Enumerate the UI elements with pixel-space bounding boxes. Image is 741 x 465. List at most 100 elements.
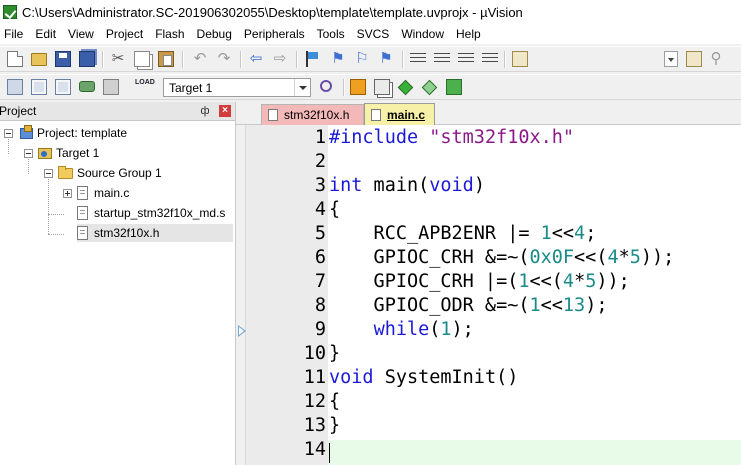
navigate-forward-icon[interactable]: ⇨ bbox=[272, 51, 288, 67]
code-token: { bbox=[329, 199, 341, 220]
collapse-icon[interactable] bbox=[4, 128, 13, 138]
menu-view[interactable]: View bbox=[62, 27, 100, 41]
open-folder-icon[interactable] bbox=[31, 53, 47, 66]
code-text[interactable]: } bbox=[329, 342, 340, 366]
save-icon[interactable] bbox=[55, 51, 71, 67]
chevron-down-icon[interactable] bbox=[294, 79, 310, 96]
code-token: << bbox=[551, 223, 575, 244]
collapse-icon[interactable] bbox=[44, 168, 53, 178]
tree-file-startup[interactable]: startup_stm32f10x_md.s bbox=[77, 204, 225, 222]
indent-icon[interactable] bbox=[410, 53, 426, 65]
menu-file[interactable]: File bbox=[0, 27, 29, 41]
line-number: 7 bbox=[314, 271, 326, 292]
translate-icon[interactable] bbox=[7, 79, 23, 95]
clear-bookmarks-icon[interactable]: ⚑ bbox=[378, 51, 394, 67]
bookmark-icon[interactable] bbox=[306, 51, 322, 67]
code-text[interactable]: int main(void) bbox=[329, 174, 485, 198]
folder-icon bbox=[58, 165, 73, 179]
menu-window[interactable]: Window bbox=[395, 27, 450, 41]
menu-peripherals[interactable]: Peripherals bbox=[238, 27, 311, 41]
code-text[interactable]: { bbox=[329, 198, 340, 222]
manage-project-items-icon[interactable] bbox=[350, 79, 366, 95]
find-in-files-icon[interactable] bbox=[512, 51, 528, 67]
new-file-icon[interactable] bbox=[7, 51, 23, 67]
code-token: ); bbox=[585, 295, 608, 316]
code-text[interactable]: while(1); bbox=[329, 318, 474, 342]
menu-tools[interactable]: Tools bbox=[311, 27, 351, 41]
code-token: <<( bbox=[529, 271, 563, 292]
expand-icon[interactable] bbox=[63, 188, 72, 198]
tree-file-header[interactable]: stm32f10x.h bbox=[77, 224, 233, 242]
tab-stm32f10x-h[interactable]: stm32f10x.h bbox=[261, 104, 364, 125]
file-toolbar: ✂ ↶ ↷ ⇦ ⇨ ⚑ ⚐ ⚑ ⚲ bbox=[0, 46, 741, 72]
close-icon[interactable]: × bbox=[219, 105, 231, 117]
target-options-icon[interactable] bbox=[320, 80, 332, 92]
manage-run-time-env-icon[interactable] bbox=[397, 79, 414, 96]
tree-file-label: startup_stm32f10x_md.s bbox=[94, 206, 226, 220]
code-text[interactable]: #include "stm32f10x.h" bbox=[329, 126, 574, 150]
uvision-app-icon bbox=[3, 5, 17, 19]
paste-icon[interactable] bbox=[158, 51, 174, 67]
menu-project[interactable]: Project bbox=[100, 27, 149, 41]
code-text[interactable]: GPIOC_ODR &=~(1<<13); bbox=[329, 294, 608, 318]
code-line: 8 GPIOC_ODR &=~(1<<13); bbox=[236, 294, 741, 318]
code-text[interactable]: } bbox=[329, 414, 340, 438]
find-dropdown-icon[interactable] bbox=[664, 51, 678, 67]
save-all-icon[interactable] bbox=[79, 51, 95, 67]
tree-file-main[interactable]: main.c bbox=[63, 184, 129, 202]
unindent-icon[interactable] bbox=[434, 53, 450, 65]
tree-project-node[interactable]: Project: template bbox=[4, 124, 127, 142]
editor-tabs: stm32f10x.h main.c bbox=[236, 102, 741, 125]
redo-icon[interactable]: ↷ bbox=[216, 51, 232, 67]
batch-build-icon[interactable] bbox=[79, 81, 95, 92]
undo-icon[interactable]: ↶ bbox=[192, 51, 208, 67]
tree-group-node[interactable]: Source Group 1 bbox=[44, 164, 162, 182]
code-text[interactable]: void SystemInit() bbox=[329, 366, 518, 390]
rebuild-icon[interactable] bbox=[55, 79, 71, 95]
load-download-icon[interactable]: LOAD bbox=[135, 79, 155, 95]
stop-build-icon[interactable] bbox=[103, 79, 119, 95]
pack-installer-icon[interactable] bbox=[446, 79, 462, 95]
menu-edit[interactable]: Edit bbox=[29, 27, 62, 41]
navigate-back-icon[interactable]: ⇦ bbox=[248, 51, 264, 67]
project-panel: Project ф × Project: template Target 1 S… bbox=[0, 102, 236, 465]
code-token: * bbox=[574, 271, 586, 292]
code-line: 1 #include "stm32f10x.h" bbox=[236, 126, 741, 150]
code-text[interactable]: RCC_APB2ENR |= 1<<4; bbox=[329, 222, 597, 246]
prev-bookmark-icon[interactable]: ⚑ bbox=[330, 51, 346, 67]
tree-target-node[interactable]: Target 1 bbox=[24, 144, 99, 162]
collapse-icon[interactable] bbox=[24, 148, 33, 158]
incremental-find-icon[interactable]: ⚲ bbox=[708, 51, 724, 67]
code-line: 10} bbox=[236, 342, 741, 366]
line-number: 1 bbox=[314, 127, 326, 148]
cut-icon[interactable]: ✂ bbox=[110, 51, 126, 67]
menu-svcs[interactable]: SVCS bbox=[351, 27, 396, 41]
find-icon[interactable] bbox=[686, 51, 702, 67]
code-token: << bbox=[540, 295, 563, 316]
code-token: <<( bbox=[574, 247, 608, 268]
tab-main-c[interactable]: main.c bbox=[364, 103, 435, 125]
manage-multi-project-icon[interactable] bbox=[374, 79, 390, 95]
line-number: 4 bbox=[314, 199, 326, 220]
code-text[interactable]: GPIOC_CRH &=~(0x0F<<(4*5)); bbox=[329, 246, 675, 270]
code-token: 1 bbox=[518, 271, 530, 292]
code-token: while bbox=[373, 319, 430, 340]
target-select[interactable]: Target 1 bbox=[163, 78, 311, 97]
menu-help[interactable]: Help bbox=[450, 27, 487, 41]
asm-file-icon bbox=[77, 206, 88, 220]
tree-group-label: Source Group 1 bbox=[77, 166, 162, 180]
copy-icon[interactable] bbox=[134, 51, 150, 67]
code-text[interactable]: GPIOC_CRH |=(1<<(4*5)); bbox=[329, 270, 630, 294]
next-bookmark-icon[interactable]: ⚐ bbox=[354, 51, 370, 67]
menu-flash[interactable]: Flash bbox=[149, 27, 190, 41]
build-icon[interactable] bbox=[31, 79, 47, 95]
select-software-packs-icon[interactable] bbox=[421, 79, 438, 96]
code-token: { bbox=[329, 391, 341, 412]
line-number: 11 bbox=[303, 367, 326, 388]
uncomment-icon[interactable] bbox=[482, 53, 498, 65]
pin-icon[interactable]: ф bbox=[200, 105, 210, 117]
menu-debug[interactable]: Debug bbox=[191, 27, 238, 41]
comment-icon[interactable] bbox=[458, 53, 474, 65]
code-text[interactable]: { bbox=[329, 390, 340, 414]
